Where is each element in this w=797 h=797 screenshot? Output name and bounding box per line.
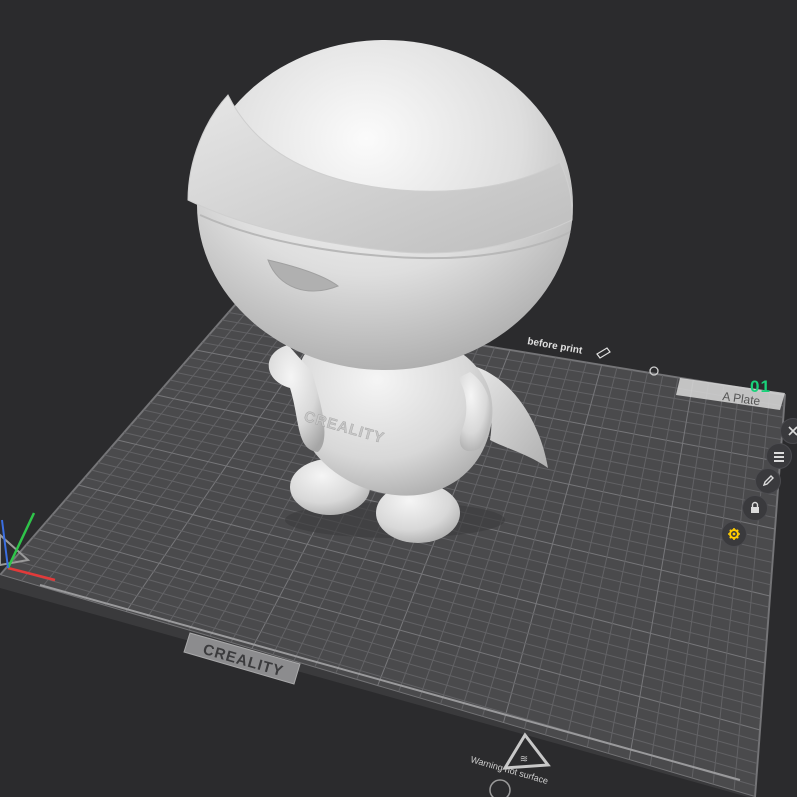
lock-button[interactable] (742, 495, 768, 521)
settings-gear-icon (728, 528, 740, 540)
3d-viewport[interactable]: CREALITY ≋ Warning hot surface A Plate b… (0, 0, 797, 797)
arrange-button[interactable] (766, 443, 792, 469)
edit-pencil-icon[interactable] (596, 347, 611, 359)
plate-number: 01 (750, 377, 771, 396)
list-icon (774, 452, 784, 462)
lock-icon (751, 501, 759, 513)
close-icon (788, 426, 797, 436)
edit-icon (762, 475, 774, 487)
orient-button[interactable] (755, 468, 781, 494)
svg-text:≋: ≋ (520, 754, 528, 765)
settings-button[interactable] (721, 521, 747, 547)
